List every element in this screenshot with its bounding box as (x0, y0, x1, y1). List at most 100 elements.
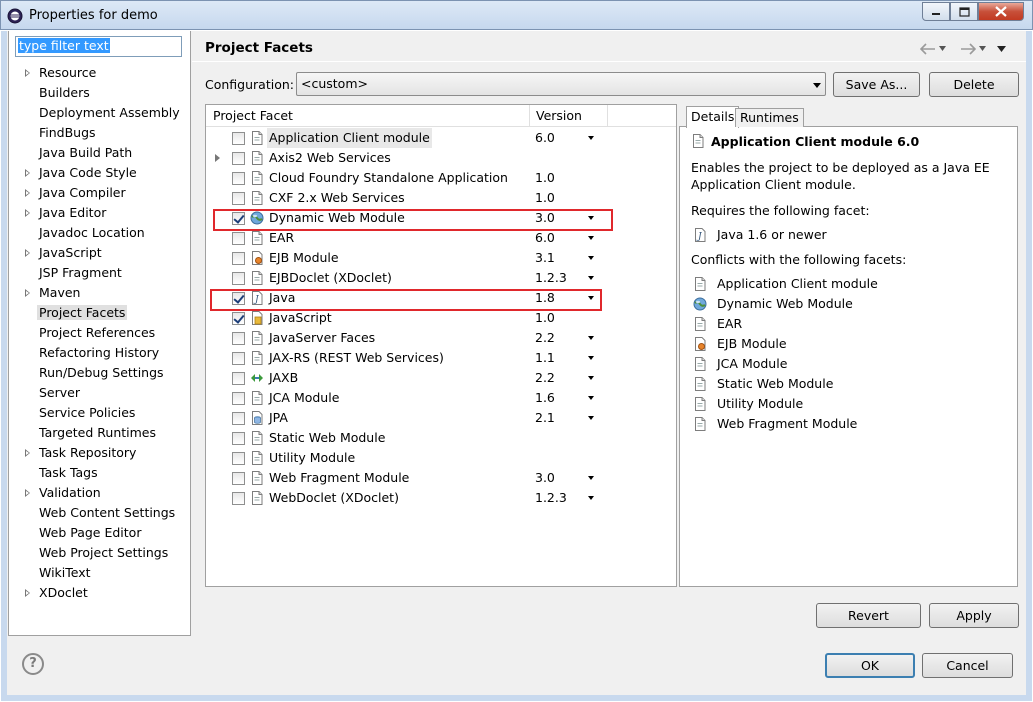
facet-row[interactable]: JAXB 2.2 (206, 368, 676, 388)
tree-item[interactable]: Web Page Editor (9, 523, 190, 543)
facet-checkbox[interactable] (232, 432, 245, 445)
expand-arrow-icon[interactable] (25, 449, 30, 457)
facet-row[interactable]: Cloud Foundry Standalone Application 1.0 (206, 168, 676, 188)
tree-item[interactable]: Java Compiler (9, 183, 190, 203)
chevron-down-icon[interactable] (588, 496, 594, 500)
facet-checkbox[interactable] (232, 192, 245, 205)
tree-item[interactable]: JavaScript (9, 243, 190, 263)
facet-checkbox[interactable] (232, 452, 245, 465)
facet-row[interactable]: JavaServer Faces 2.2 (206, 328, 676, 348)
chevron-down-icon[interactable] (588, 336, 594, 340)
tree-item[interactable]: Deployment Assembly (9, 103, 190, 123)
facet-version[interactable]: 6.0 (535, 128, 555, 148)
facet-row[interactable]: JPA 2.1 (206, 408, 676, 428)
tree-item[interactable]: Refactoring History (9, 343, 190, 363)
tree-item[interactable]: Java Code Style (9, 163, 190, 183)
facet-row[interactable]: Application Client module 6.0 (206, 128, 676, 148)
facet-version[interactable]: 3.1 (535, 248, 555, 268)
facet-row[interactable]: Utility Module (206, 448, 676, 468)
revert-button[interactable]: Revert (816, 603, 921, 628)
tree-item[interactable]: Maven (9, 283, 190, 303)
facet-row[interactable]: JavaScript 1.0 (206, 308, 676, 328)
facet-row[interactable]: JAX-RS (REST Web Services) 1.1 (206, 348, 676, 368)
facet-row[interactable]: EJB Module 3.1 (206, 248, 676, 268)
facet-checkbox[interactable] (232, 272, 245, 285)
save-as-button[interactable]: Save As... (833, 72, 920, 97)
chevron-down-icon[interactable] (588, 416, 594, 420)
tree-item[interactable]: Project Facets (9, 303, 190, 323)
facet-checkbox[interactable] (232, 412, 245, 425)
tree-item[interactable]: JSP Fragment (9, 263, 190, 283)
view-menu-icon[interactable] (997, 46, 1006, 52)
column-header-version[interactable]: Version (536, 108, 582, 123)
ok-button[interactable]: OK (825, 653, 915, 678)
tree-item[interactable]: Server (9, 383, 190, 403)
tree-item[interactable]: Java Editor (9, 203, 190, 223)
tree-item[interactable]: Service Policies (9, 403, 190, 423)
chevron-down-icon[interactable] (979, 46, 986, 51)
chevron-down-icon[interactable] (939, 46, 946, 51)
tree-item[interactable]: Web Project Settings (9, 543, 190, 563)
tree-item[interactable]: FindBugs (9, 123, 190, 143)
facet-checkbox[interactable] (232, 352, 245, 365)
expand-arrow-icon[interactable] (25, 169, 30, 177)
facet-checkbox[interactable] (232, 252, 245, 265)
back-arrow-icon[interactable] (920, 43, 936, 55)
facet-checkbox[interactable] (232, 312, 245, 325)
facet-checkbox[interactable] (232, 172, 245, 185)
filter-input[interactable]: type filter text (15, 36, 182, 57)
maximize-button[interactable] (950, 2, 978, 21)
expand-arrow-icon[interactable] (25, 249, 30, 257)
facet-version[interactable]: 1.6 (535, 388, 555, 408)
facet-version[interactable]: 1.1 (535, 348, 555, 368)
chevron-down-icon[interactable] (588, 476, 594, 480)
facet-row[interactable]: CXF 2.x Web Services 1.0 (206, 188, 676, 208)
facet-row[interactable]: WebDoclet (XDoclet) 1.2.3 (206, 488, 676, 508)
tree-item[interactable]: Builders (9, 83, 190, 103)
facet-row[interactable]: Static Web Module (206, 428, 676, 448)
facet-checkbox[interactable] (232, 372, 245, 385)
expand-arrow-icon[interactable] (25, 209, 30, 217)
chevron-down-icon[interactable] (588, 256, 594, 260)
tree-item[interactable]: Validation (9, 483, 190, 503)
tree-item[interactable]: XDoclet (9, 583, 190, 603)
tree-item[interactable]: Web Content Settings (9, 503, 190, 523)
expand-arrow-icon[interactable] (25, 289, 30, 297)
chevron-down-icon[interactable] (588, 356, 594, 360)
facet-version[interactable]: 2.1 (535, 408, 555, 428)
facet-version[interactable]: 1.2.3 (535, 488, 567, 508)
column-header-facet[interactable]: Project Facet (213, 108, 293, 123)
facet-checkbox[interactable] (232, 152, 245, 165)
tab-details[interactable]: Details (686, 106, 740, 128)
facet-version[interactable]: 6.0 (535, 228, 555, 248)
tree-item[interactable]: Javadoc Location (9, 223, 190, 243)
minimize-button[interactable] (922, 2, 950, 21)
tree-item[interactable]: Targeted Runtimes (9, 423, 190, 443)
facet-checkbox[interactable] (232, 392, 245, 405)
expand-arrow-icon[interactable] (25, 489, 30, 497)
facet-row[interactable]: EAR 6.0 (206, 228, 676, 248)
facet-version[interactable]: 2.2 (535, 328, 555, 348)
facet-checkbox[interactable] (232, 332, 245, 345)
facet-version[interactable]: 1.2.3 (535, 268, 567, 288)
tree-item[interactable]: Project References (9, 323, 190, 343)
configuration-select[interactable]: <custom> (296, 72, 826, 96)
expand-arrow-icon[interactable] (25, 589, 30, 597)
chevron-down-icon[interactable] (588, 396, 594, 400)
facet-version[interactable]: 2.2 (535, 368, 555, 388)
facet-row[interactable]: EJBDoclet (XDoclet) 1.2.3 (206, 268, 676, 288)
cancel-button[interactable]: Cancel (922, 653, 1013, 678)
facet-checkbox[interactable] (232, 472, 245, 485)
expand-arrow-icon[interactable] (215, 154, 220, 162)
facet-checkbox[interactable] (232, 232, 245, 245)
facet-row[interactable]: JCA Module 1.6 (206, 388, 676, 408)
expand-arrow-icon[interactable] (25, 69, 30, 77)
tree-item[interactable]: Task Tags (9, 463, 190, 483)
help-button[interactable]: ? (22, 653, 44, 675)
tree-item[interactable]: Run/Debug Settings (9, 363, 190, 383)
apply-button[interactable]: Apply (929, 603, 1019, 628)
close-button[interactable] (978, 2, 1024, 21)
chevron-down-icon[interactable] (588, 276, 594, 280)
expand-arrow-icon[interactable] (25, 189, 30, 197)
tree-item[interactable]: WikiText (9, 563, 190, 583)
